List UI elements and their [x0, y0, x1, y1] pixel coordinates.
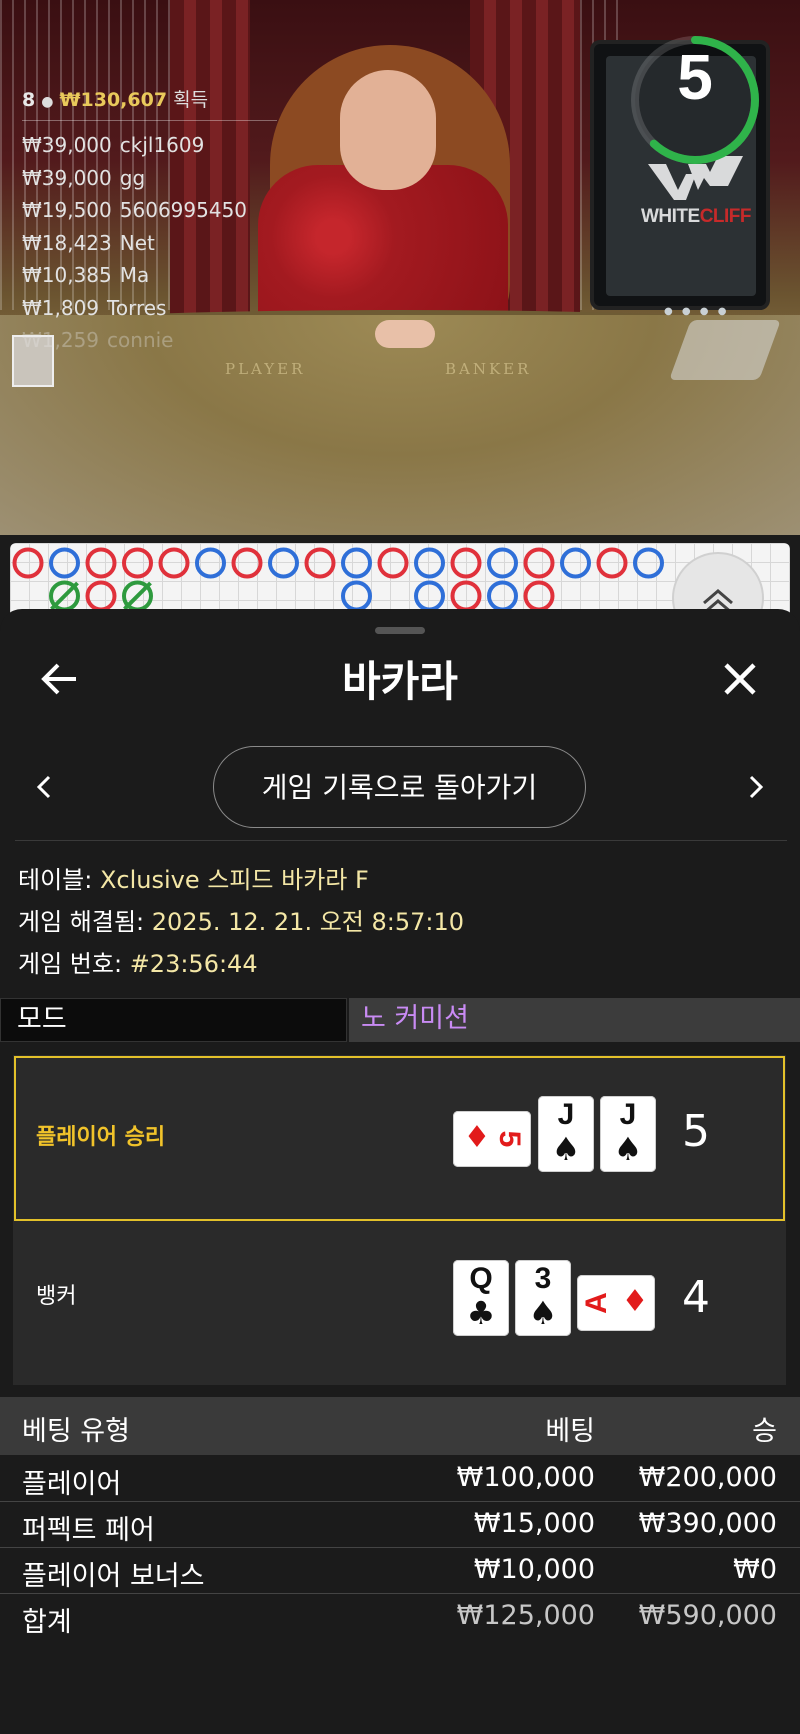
road-bead [560, 547, 591, 579]
arrow-left-icon [41, 663, 76, 695]
banker-result-label: 뱅커 [36, 1284, 77, 1309]
bet-row: 플레이어 ₩100,000 ₩200,000 [0, 1456, 800, 1502]
winners-suffix: 획득 [173, 89, 209, 111]
road-bead [158, 547, 190, 579]
player-card-3: J ♠ [600, 1096, 656, 1172]
player-card-1: 5 ♦ [453, 1111, 531, 1167]
banker-card-1: Q ♣ [453, 1260, 509, 1336]
bet-table-header: 베팅 유형 베팅 승 [0, 1397, 800, 1455]
road-bead [341, 580, 372, 612]
back-to-history-button[interactable]: 게임 기록으로 돌아가기 [213, 746, 586, 828]
next-game-button[interactable] [738, 770, 772, 804]
player-result-label: 플레이어 승리 [36, 1125, 166, 1150]
player-card-2: J ♠ [538, 1096, 594, 1172]
road-bead [596, 547, 628, 579]
winner-row: ₩18,423 Net [22, 230, 155, 255]
resolved-time: 2025. 12. 21. 오전 8:57:10 [151, 908, 465, 936]
sheet-title: 바카라 [342, 657, 458, 706]
road-bead [487, 547, 518, 579]
back-button[interactable] [36, 655, 84, 703]
winner-row: ₩19,500 5606995450 [22, 198, 248, 222]
winners-list: 8 ● ₩130,607 획득 ₩39,000 ckjl1609 ₩39,000 g… [22, 85, 282, 357]
mode-value: 노 커미션 [349, 998, 800, 1042]
close-button[interactable] [716, 655, 764, 703]
road-bead [487, 580, 518, 612]
bet-row: 플레이어 보너스 ₩10,000 ₩0 [0, 1548, 800, 1594]
mode-row: 모드 노 커미션 [0, 998, 800, 1042]
road-bead [49, 547, 80, 579]
road-bead [268, 547, 299, 579]
divider [15, 840, 787, 841]
road-bead [450, 580, 482, 612]
chevron-left-icon [36, 775, 51, 799]
winner-row: ₩39,000 gg [22, 165, 146, 190]
road-bead [450, 547, 482, 579]
chevron-right-icon [749, 775, 764, 799]
winner-row: ₩39,000 ckjl1609 [22, 133, 205, 157]
header-win: 승 [752, 1416, 777, 1447]
header-bet-type: 베팅 유형 [22, 1416, 130, 1447]
dealer-hands [375, 320, 435, 348]
banker-card-3: A ♦ [577, 1275, 655, 1331]
winner-row: ₩1,809 Torres [22, 295, 167, 320]
road-bead [195, 547, 226, 579]
previous-game-button[interactable] [28, 770, 62, 804]
dealer-face [340, 70, 436, 190]
mode-label: 모드 [0, 998, 347, 1042]
table-name: Xclusive 스피드 바카라 F [99, 866, 369, 894]
close-icon [724, 663, 756, 695]
resolved-info: 게임 해결됨: 2025. 12. 21. 오전 8:57:10 [18, 908, 465, 936]
bet-row: 퍼펙트 페어 ₩15,000 ₩390,000 [0, 1502, 800, 1548]
felt-player-text: PLAYER [225, 360, 306, 378]
winners-summary: 8 ● ₩130,607 획득 [22, 85, 277, 121]
table-info: 테이블: Xclusive 스피드 바카라 F [18, 866, 369, 894]
road-bead [414, 580, 445, 612]
road-bead [85, 580, 117, 612]
road-bead [523, 547, 555, 579]
header-bet: 베팅 [545, 1416, 595, 1447]
road-bead [633, 547, 664, 579]
felt-banker-text: BANKER [445, 360, 532, 378]
monitor-dots: ● ● ● ● [664, 306, 730, 317]
winner-row: ₩1,259 connie [22, 328, 174, 352]
game-number: #23:56:44 [129, 950, 258, 978]
whitecliff-logo-text: WHITECLIFF [640, 206, 752, 227]
banker-card-2: 3 ♠ [515, 1260, 571, 1336]
countdown-timer: 5 [677, 41, 713, 113]
player-score: 5 [682, 1106, 710, 1157]
bet-total-row: 합계 ₩125,000 ₩590,000 [22, 1600, 777, 1638]
road-bead [231, 547, 263, 579]
person-icon: ● [41, 94, 54, 110]
game-number-info: 게임 번호: #23:56:44 [18, 950, 258, 978]
road-bead [12, 547, 44, 579]
road-bead [304, 547, 336, 579]
road-bead [377, 547, 409, 579]
sheet-drag-handle[interactable] [375, 627, 425, 634]
live-video: PLAYER BANKER WHITECLIFF ● ● ● ● 5 8 ● ₩… [0, 0, 800, 535]
winner-count: 8 [22, 89, 36, 111]
road-bead [341, 547, 372, 579]
road-bead [414, 547, 445, 579]
road-bead [85, 547, 117, 579]
winners-total: ₩130,607 [59, 89, 168, 111]
roadmap-beads [12, 547, 664, 612]
road-bead [523, 580, 555, 612]
winner-row: ₩10,385 Ma [22, 263, 150, 287]
banker-score: 4 [682, 1272, 710, 1323]
road-bead [122, 547, 153, 579]
